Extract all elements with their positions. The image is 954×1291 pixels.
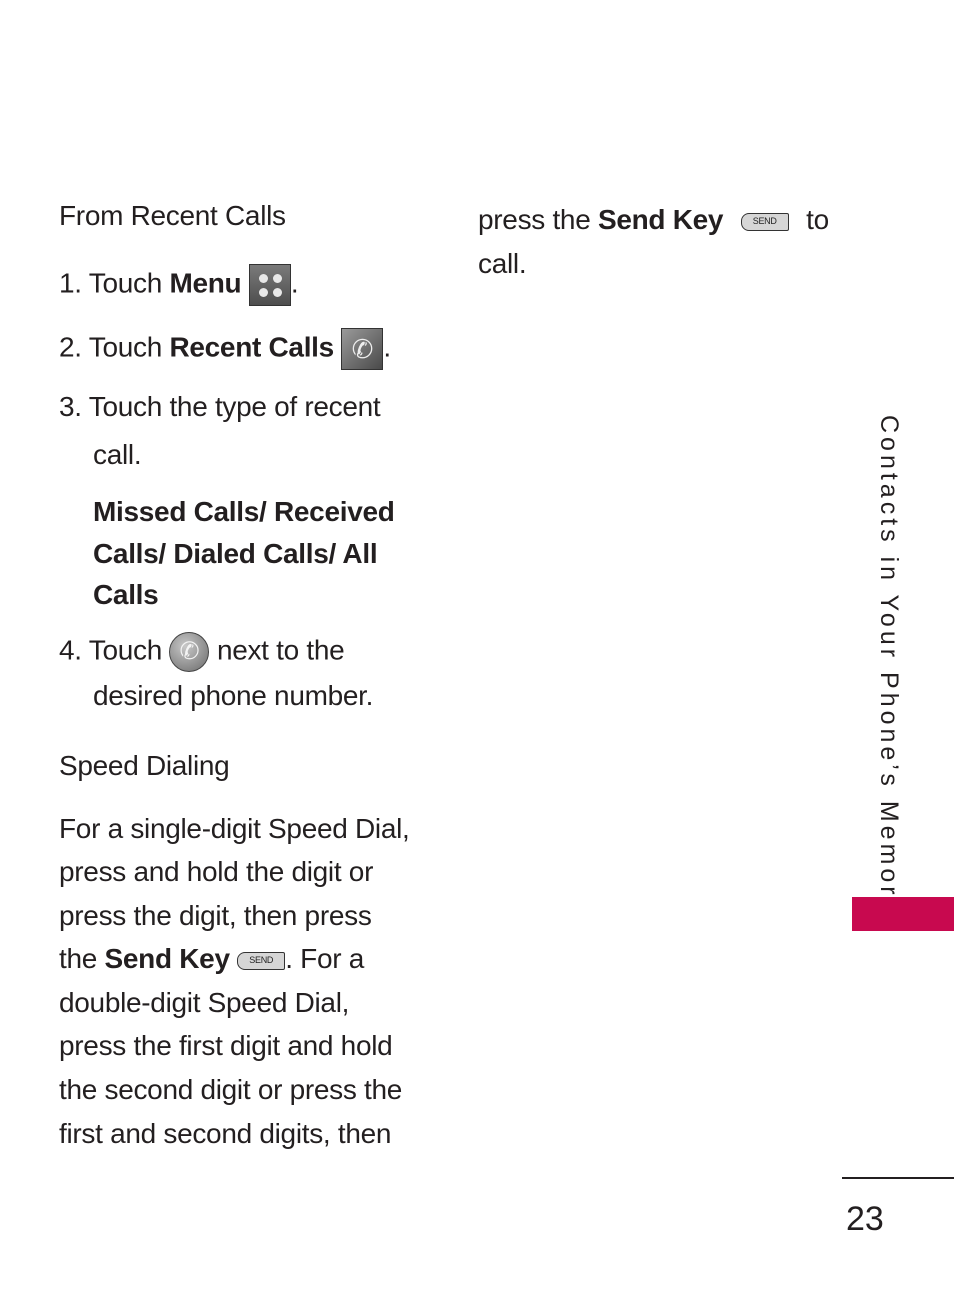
step-number: 3. bbox=[59, 391, 82, 422]
para-line: press the digit, then press bbox=[59, 900, 372, 931]
step-text-cont: call. bbox=[93, 439, 142, 470]
send-key-icon: SEND bbox=[740, 212, 789, 231]
recent-calls-icon: ✆ bbox=[341, 328, 384, 370]
footer-rule bbox=[842, 1177, 954, 1179]
send-key-icon: SEND bbox=[237, 951, 286, 970]
step-text: Touch bbox=[88, 331, 163, 363]
recent-calls-label: Recent Calls bbox=[169, 331, 334, 363]
para-line: press the first digit and hold bbox=[59, 1030, 393, 1061]
step-number: 1. bbox=[59, 267, 82, 299]
chapter-side-label: Contacts in Your Phone’s Memory bbox=[875, 415, 903, 916]
step-number: 2. bbox=[59, 331, 82, 363]
step-1: 1. Touch Menu . bbox=[59, 264, 299, 306]
step-text-cont: desired phone number. bbox=[93, 680, 374, 711]
menu-grid-icon bbox=[248, 264, 291, 306]
step-punct: . bbox=[290, 267, 299, 299]
chapter-tab-marker bbox=[852, 897, 954, 931]
step-text: Touch the type of recent bbox=[88, 391, 381, 422]
para-text: to bbox=[806, 204, 829, 235]
para-line: press and hold the digit or bbox=[59, 856, 374, 887]
para-line: first and second digits, then bbox=[59, 1118, 392, 1149]
section-heading-speed-dialing: Speed Dialing bbox=[59, 750, 230, 781]
para-text: press the bbox=[478, 204, 591, 235]
step-text: Touch bbox=[88, 634, 163, 666]
option-line: Missed Calls/ Received bbox=[93, 496, 395, 527]
page-number: 23 bbox=[846, 1200, 884, 1238]
option-line: Calls/ Dialed Calls/ All bbox=[93, 538, 378, 569]
step-text: next to the bbox=[216, 634, 345, 666]
option-line: Calls bbox=[93, 579, 159, 610]
para-line: double-digit Speed Dial, bbox=[59, 987, 350, 1018]
para-line: For a single-digit Speed Dial, bbox=[59, 813, 410, 844]
section-heading-recent-calls: From Recent Calls bbox=[59, 200, 286, 231]
send-key-label: Send Key bbox=[104, 943, 231, 974]
step-text: Touch bbox=[88, 267, 163, 299]
para-text: . For a bbox=[285, 943, 365, 974]
para-text: the bbox=[59, 943, 98, 974]
menu-label: Menu bbox=[169, 267, 242, 299]
step-number: 4. bbox=[59, 634, 82, 666]
call-icon: ✆ bbox=[169, 632, 210, 672]
para-line: the second digit or press the bbox=[59, 1074, 403, 1105]
para-line: call. bbox=[478, 248, 527, 279]
step-punct: . bbox=[383, 331, 391, 363]
step-2: 2. Touch Recent Calls ✆. bbox=[59, 328, 391, 370]
send-key-label: Send Key bbox=[597, 204, 724, 235]
